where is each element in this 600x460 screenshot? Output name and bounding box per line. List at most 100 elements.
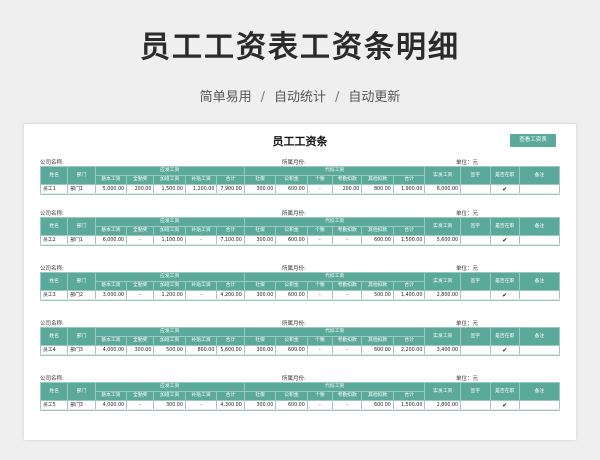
header-payable-item: 加班工资 <box>153 175 186 185</box>
header-name: 姓名 <box>39 327 69 346</box>
month-label: 所属月份: <box>282 321 306 327</box>
company-label: 公司名称: <box>40 211 64 217</box>
header-deduct-item: 合计 <box>392 175 426 185</box>
header-payable-item: 全勤奖 <box>126 175 155 185</box>
unit-label: 单位：元 <box>456 266 479 272</box>
header-sign: 签字 <box>460 217 491 236</box>
header-deduct-item: 个税 <box>306 226 333 236</box>
header-employed: 是否在职 <box>489 166 520 185</box>
header-deduct-group: 代扣工资 <box>243 166 426 176</box>
month-label: 所属月份: <box>282 160 306 166</box>
header-deduct-item: 社保 <box>243 226 277 236</box>
header-payable-item: 合计 <box>216 281 245 291</box>
subtitle-part-2: 自动统计 <box>273 90 326 105</box>
payslip-table: 姓名 部门 应发工资 代扣工资 实发工资 签字 是否在职 备注 基本工资 全勤奖 加班工资 补贴工资合… <box>39 327 561 356</box>
header-deduct-item: 其他扣款 <box>361 281 394 291</box>
payslip-table: 姓名 部门 应发工资 代扣工资 实发工资 签字 是否在职 备注 基本工资 全勤奖 加班工资 补贴工资合… <box>39 382 561 411</box>
header-note: 备注 <box>518 166 561 185</box>
header-employed: 是否在职 <box>489 272 520 291</box>
month-label: 所属月份: <box>282 266 306 272</box>
header-name: 姓名 <box>39 217 69 236</box>
header-payable-item: 补贴工资 <box>184 226 218 236</box>
header-payable-item: 补贴工资 <box>184 391 218 401</box>
unit-label: 单位：元 <box>456 160 479 166</box>
header-deduct-item: 个税 <box>306 336 333 346</box>
subtitle-separator: / <box>260 90 265 105</box>
header-deduct-item: 社保 <box>243 281 277 291</box>
header-payable-item: 基本工资 <box>94 226 128 236</box>
payslip-meta: 公司名称: 所属月份: 单位：元 <box>40 264 560 272</box>
view-salary-table-button[interactable]: 查看工资表 <box>510 134 556 147</box>
payslip-block: 公司名称: 所属月份: 单位：元 姓名 部门 应发工资 代扣工资 实发工资 签字 是否在职 备注 基本… <box>39 158 561 195</box>
header-payable-item: 合计 <box>216 226 245 236</box>
header-payable-item: 全勤奖 <box>126 281 155 291</box>
header-dept: 部门 <box>67 217 96 236</box>
payslip-meta: 公司名称: 所属月份: 单位：元 <box>40 158 560 166</box>
header-dept: 部门 <box>67 166 96 185</box>
header-payable-item: 基本工资 <box>94 336 128 346</box>
header-deduct-item: 公积金 <box>275 281 308 291</box>
header-deduct-item: 公积金 <box>275 336 308 346</box>
header-deduct-item: 考勤扣款 <box>331 175 363 185</box>
payslip-block: 公司名称: 所属月份: 单位：元 姓名 部门 应发工资 代扣工资 实发工资 签字 是否在职 备注 基本… <box>39 374 561 411</box>
page-title: 员工工资表工资条明细 <box>140 30 460 65</box>
header-deduct-item: 公积金 <box>275 391 308 401</box>
header-payable-item: 补贴工资 <box>184 175 218 185</box>
subtitle-part-3: 自动更新 <box>348 90 401 105</box>
company-label: 公司名称: <box>40 160 64 166</box>
payslip-meta: 公司名称: 所属月份: 单位：元 <box>40 374 560 382</box>
header-payable-group: 应发工资 <box>94 327 245 337</box>
header-name: 姓名 <box>39 166 69 185</box>
spreadsheet-sheet: 员工工资条 查看工资表 公司名称: 所属月份: 单位：元 姓名 部门 应发工资 代扣工资 实发… <box>24 124 576 440</box>
header-payable-item: 加班工资 <box>153 336 186 346</box>
row-divider <box>40 354 560 355</box>
header-payable-item: 补贴工资 <box>184 336 218 346</box>
header-dept: 部门 <box>67 327 96 346</box>
header-note: 备注 <box>518 382 561 401</box>
header-deduct-item: 个税 <box>306 175 333 185</box>
header-deduct-item: 考勤扣款 <box>331 226 363 236</box>
row-divider <box>40 299 560 300</box>
subtitle-part-1: 简单易用 <box>199 90 252 105</box>
sheet-title: 员工工资条 <box>272 135 328 148</box>
row-divider <box>40 409 560 410</box>
payslip-meta: 公司名称: 所属月份: 单位：元 <box>40 319 560 327</box>
header-actual: 实发工资 <box>424 217 462 236</box>
header-dept: 部门 <box>67 272 96 291</box>
header-payable-item: 加班工资 <box>153 391 186 401</box>
month-label: 所属月份: <box>282 211 306 217</box>
header-payable-item: 全勤奖 <box>126 391 155 401</box>
page-subtitle: 简单易用 / 自动统计 / 自动更新 <box>0 86 600 105</box>
header-payable-group: 应发工资 <box>94 217 245 227</box>
payslip-block: 公司名称: 所属月份: 单位：元 姓名 部门 应发工资 代扣工资 实发工资 签字 是否在职 备注 基本… <box>39 209 561 246</box>
header-deduct-item: 考勤扣款 <box>331 336 363 346</box>
header-payable-item: 合计 <box>216 391 245 401</box>
header-actual: 实发工资 <box>424 272 462 291</box>
header-deduct-group: 代扣工资 <box>243 327 426 337</box>
header-deduct-item: 考勤扣款 <box>331 391 363 401</box>
payslip-table: 姓名 部门 应发工资 代扣工资 实发工资 签字 是否在职 备注 基本工资 全勤奖 加班工资 补贴工资合… <box>39 272 561 301</box>
company-label: 公司名称: <box>40 321 64 327</box>
header-employed: 是否在职 <box>489 217 520 236</box>
header-deduct-item: 合计 <box>392 336 426 346</box>
header-payable-item: 合计 <box>216 175 245 185</box>
payslip-block: 公司名称: 所属月份: 单位：元 姓名 部门 应发工资 代扣工资 实发工资 签字 是否在职 备注 基本… <box>39 319 561 356</box>
unit-label: 单位：元 <box>456 321 479 327</box>
company-label: 公司名称: <box>40 376 64 382</box>
header-actual: 实发工资 <box>424 382 462 401</box>
header-name: 姓名 <box>39 382 69 401</box>
header-payable-item: 加班工资 <box>153 281 186 291</box>
payslip-block: 公司名称: 所属月份: 单位：元 姓名 部门 应发工资 代扣工资 实发工资 签字 是否在职 备注 基本… <box>39 264 561 301</box>
header-deduct-item: 合计 <box>392 391 426 401</box>
header-payable-group: 应发工资 <box>94 382 245 392</box>
header-note: 备注 <box>518 327 561 346</box>
header-note: 备注 <box>518 217 561 236</box>
page-header: 员工工资表工资条明细 简单易用 / 自动统计 / 自动更新 <box>0 0 600 125</box>
header-sign: 签字 <box>460 327 491 346</box>
header-deduct-group: 代扣工资 <box>243 272 426 282</box>
header-dept: 部门 <box>67 382 96 401</box>
header-deduct-item: 合计 <box>392 226 426 236</box>
header-employed: 是否在职 <box>489 327 520 346</box>
header-deduct-item: 社保 <box>243 175 277 185</box>
header-deduct-group: 代扣工资 <box>243 217 426 227</box>
